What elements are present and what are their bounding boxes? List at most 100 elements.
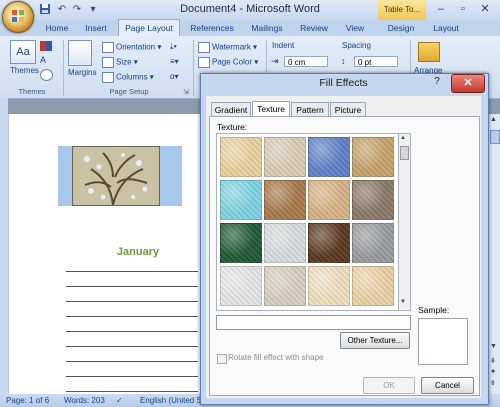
tab-insert[interactable]: Insert xyxy=(78,20,114,36)
arrange-icon[interactable] xyxy=(418,42,440,62)
scroll-down-icon[interactable]: ▼ xyxy=(490,343,497,350)
minimize-icon[interactable]: – xyxy=(430,2,452,17)
line-numbers-icon[interactable]: ≡▾ xyxy=(170,57,179,66)
tab-mailings[interactable]: Mailings xyxy=(244,20,290,36)
scroll-thumb[interactable] xyxy=(490,130,500,144)
texture-tile-canvas[interactable] xyxy=(264,137,306,177)
watermark-icon xyxy=(198,42,210,53)
next-page-icon[interactable]: ⇟ xyxy=(490,379,496,387)
group-separator xyxy=(63,40,64,96)
document-line xyxy=(66,286,198,287)
month-heading[interactable]: January xyxy=(100,246,176,258)
breaks-icon[interactable]: ⤓▾ xyxy=(170,42,177,52)
spacing-label: Spacing xyxy=(342,41,371,50)
tab-page-layout[interactable]: Page Layout xyxy=(118,19,180,36)
tab-references[interactable]: References xyxy=(184,20,240,36)
customize-qat-icon[interactable]: ▾ xyxy=(86,3,100,16)
maximize-icon[interactable]: ▫ xyxy=(452,2,474,17)
office-logo-icon xyxy=(12,10,24,22)
ok-button[interactable]: OK xyxy=(363,377,415,394)
close-window-icon[interactable]: ✕ xyxy=(474,2,496,17)
texture-tile-denim[interactable] xyxy=(308,137,350,177)
texture-tile-paper-bag[interactable] xyxy=(264,180,306,220)
document-line xyxy=(66,361,198,362)
tab-design[interactable]: Design xyxy=(380,20,422,36)
tab-home[interactable]: Home xyxy=(40,20,74,36)
sample-preview xyxy=(418,318,468,365)
orientation-button[interactable]: Orientation ▾ xyxy=(102,42,161,53)
texture-tile-fish-fossil[interactable] xyxy=(308,180,350,220)
word-count[interactable]: Words: 203 xyxy=(64,394,105,407)
rotate-fill-label: Rotate fill effect with shape xyxy=(228,353,324,362)
browse-object-icon[interactable]: ● xyxy=(491,368,495,375)
undo-icon[interactable]: ↶ xyxy=(55,3,69,16)
size-button[interactable]: Size ▾ xyxy=(102,57,138,68)
columns-button[interactable]: Columns ▾ xyxy=(102,72,154,83)
indent-left-field[interactable]: 0 cm xyxy=(284,56,328,67)
page-color-label: Page Color xyxy=(212,57,253,67)
theme-colors-icon[interactable] xyxy=(40,41,52,51)
cover-image[interactable] xyxy=(72,146,160,206)
spacing-before-icon: ↕ xyxy=(341,56,346,66)
texture-tile-granite[interactable] xyxy=(352,223,394,263)
orientation-label: Orientation xyxy=(116,42,156,52)
scroll-up-icon[interactable]: ▲ xyxy=(490,116,497,123)
theme-effects-icon[interactable] xyxy=(40,69,53,81)
indent-left-icon: ⇥ xyxy=(271,56,279,66)
page-color-button[interactable]: Page Color ▾ xyxy=(198,57,258,68)
dialog-close-button[interactable]: ✕ xyxy=(451,74,485,93)
themes-label: Themes xyxy=(10,66,39,75)
hyphenation-icon[interactable]: ɑ▾ xyxy=(170,72,178,81)
redo-icon[interactable]: ↷ xyxy=(70,3,84,16)
texture-scroll-down-icon[interactable]: ▼ xyxy=(400,299,406,305)
texture-tile-parchment[interactable] xyxy=(308,266,350,306)
document-line xyxy=(66,316,198,317)
texture-grid xyxy=(216,133,400,311)
theme-fonts-icon[interactable]: A xyxy=(40,55,46,65)
texture-scrollbar[interactable]: ▲ ▼ xyxy=(398,133,411,311)
texture-tile-papyrus[interactable] xyxy=(220,137,262,177)
texture-scroll-up-icon[interactable]: ▲ xyxy=(400,135,406,141)
texture-tile-sand[interactable] xyxy=(352,180,394,220)
margins-button[interactable]: Margins xyxy=(68,40,96,77)
spacing-before-field[interactable]: 0 pt xyxy=(354,56,398,67)
columns-label: Columns xyxy=(116,72,148,82)
texture-tile-brown-marble[interactable] xyxy=(308,223,350,263)
tab-layout[interactable]: Layout xyxy=(426,20,466,36)
dialog-title: Fill Effects xyxy=(319,77,368,89)
save-icon[interactable] xyxy=(38,3,52,16)
watermark-button[interactable]: Watermark ▾ xyxy=(198,42,257,53)
table-tools-contextual-tab: Table To... xyxy=(378,0,426,20)
margins-icon xyxy=(68,40,92,66)
sample-label: Sample: xyxy=(418,305,450,315)
other-texture-button[interactable]: Other Texture... xyxy=(340,332,410,349)
size-label: Size xyxy=(116,57,132,67)
proofing-icon[interactable]: ✓ xyxy=(116,396,123,405)
texture-tile-woven-mat[interactable] xyxy=(352,137,394,177)
texture-tile-newsprint[interactable] xyxy=(220,266,262,306)
document-line xyxy=(66,346,198,347)
language-indicator[interactable]: English (United S xyxy=(140,394,202,407)
page-count[interactable]: Page: 1 of 6 xyxy=(6,394,49,407)
texture-scroll-thumb[interactable] xyxy=(400,146,409,160)
margins-label: Margins xyxy=(68,68,97,77)
orientation-icon xyxy=(102,42,114,53)
themes-button[interactable]: Aa Themes xyxy=(10,40,39,75)
texture-tile-white-marble[interactable] xyxy=(264,223,306,263)
cancel-button[interactable]: Cancel xyxy=(421,377,474,394)
texture-tile-recycled-paper[interactable] xyxy=(264,266,306,306)
previous-page-icon[interactable]: ⇞ xyxy=(490,357,496,365)
texture-tile-stationery[interactable] xyxy=(352,266,394,306)
texture-name-field[interactable] xyxy=(216,315,411,330)
document-line xyxy=(66,301,198,302)
page-setup-launcher-icon[interactable]: ⇲ xyxy=(183,88,189,96)
themes-group-label: Themes xyxy=(18,87,46,96)
rotate-fill-checkbox[interactable] xyxy=(217,354,227,364)
tab-review[interactable]: Review xyxy=(294,20,334,36)
office-button[interactable] xyxy=(2,1,34,33)
tab-view[interactable]: View xyxy=(338,20,372,36)
texture-tile-water-droplets[interactable] xyxy=(220,180,262,220)
help-icon[interactable]: ? xyxy=(431,76,443,90)
themes-icon: Aa xyxy=(10,40,36,64)
texture-tile-green-marble[interactable] xyxy=(220,223,262,263)
